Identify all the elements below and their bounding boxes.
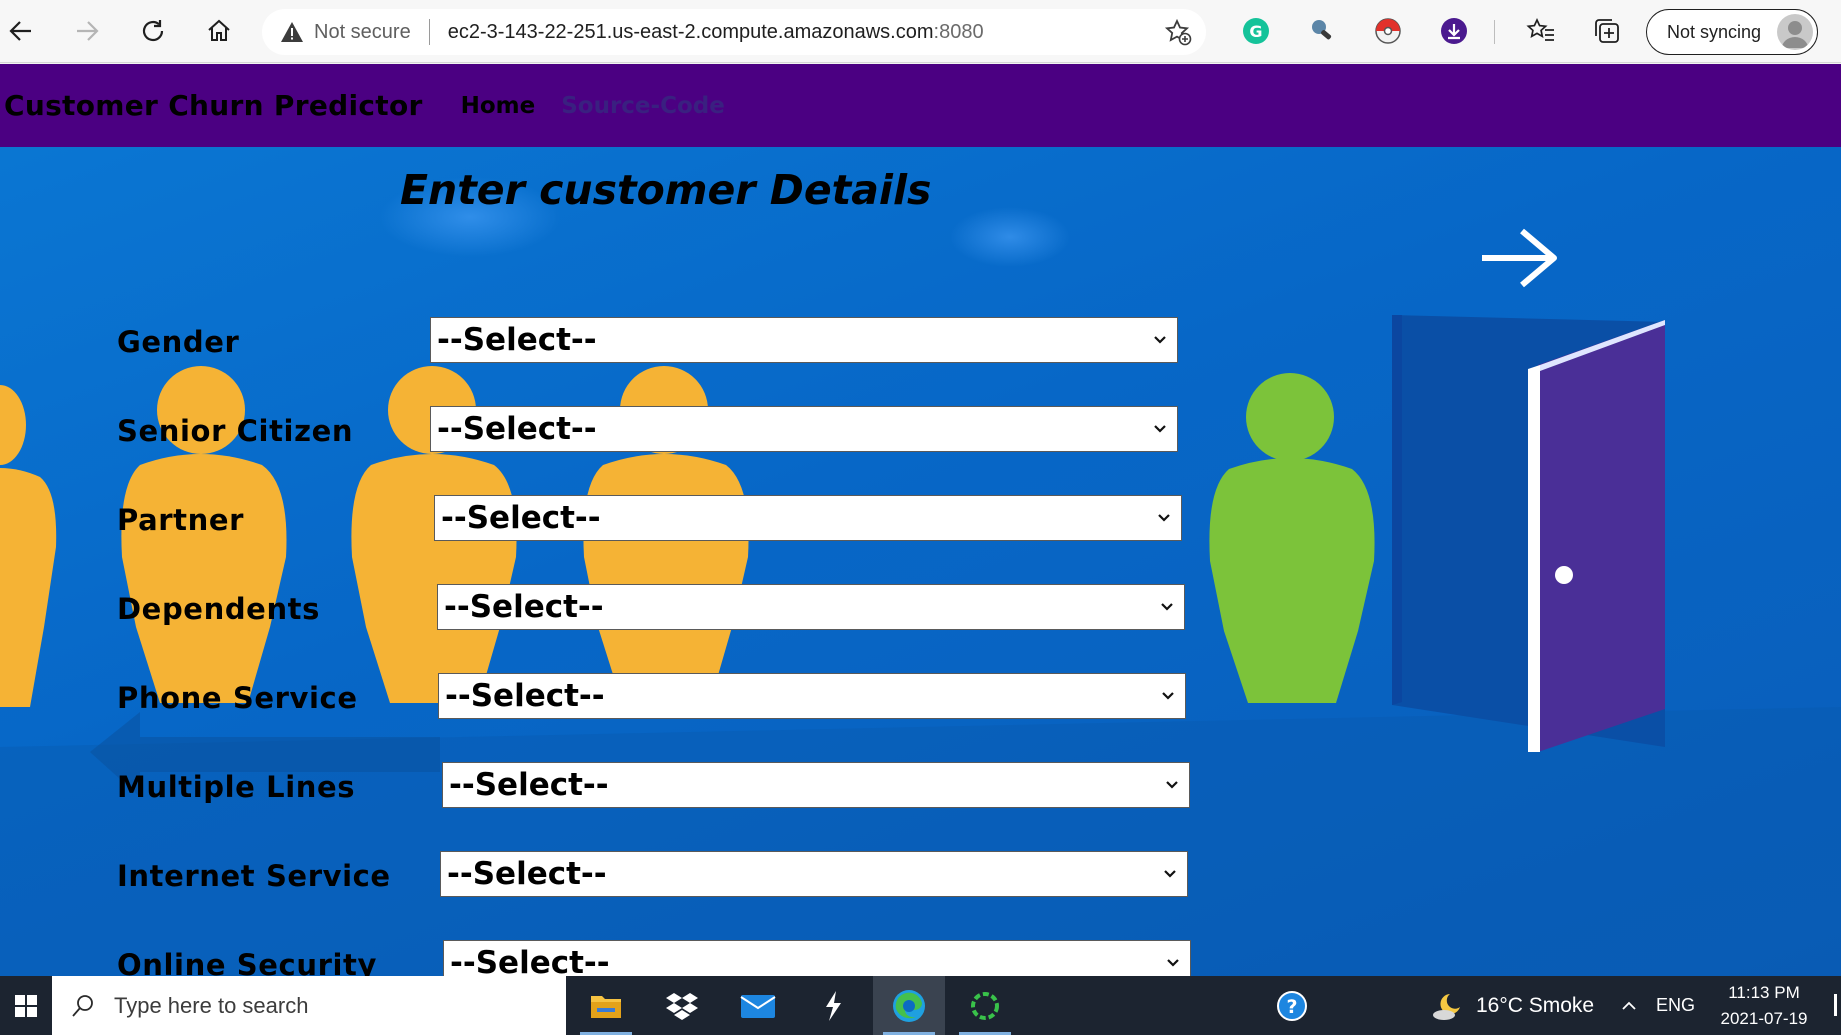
dependents-label: Dependents: [117, 592, 321, 626]
gender-select[interactable]: --Select--: [430, 317, 1178, 363]
address-bar[interactable]: Not secure ec2-3-143-22-251.us-east-2.co…: [262, 9, 1206, 55]
taskbar-clock[interactable]: 11:13 PM 2021-07-19: [1704, 980, 1824, 1032]
forward-icon[interactable]: [68, 12, 106, 50]
partner-label: Partner: [117, 503, 245, 537]
chevron-down-icon: [1159, 686, 1177, 708]
add-favorite-icon[interactable]: [1164, 18, 1192, 50]
online-security-select[interactable]: --Select--: [443, 940, 1191, 976]
gender-label: Gender: [117, 325, 240, 359]
show-desktop-button[interactable]: [1834, 994, 1837, 1016]
gender-select-value: --Select--: [437, 322, 597, 358]
mail-icon[interactable]: [722, 976, 794, 1035]
clock-date: 2021-07-19: [1720, 1009, 1808, 1028]
home-icon[interactable]: [200, 12, 238, 50]
system-tray: ENG: [1620, 976, 1695, 1035]
download-icon[interactable]: [1439, 16, 1469, 46]
security-status[interactable]: Not secure: [314, 21, 411, 44]
edge-icon[interactable]: [873, 976, 945, 1035]
senior-citizen-select-value: --Select--: [437, 411, 597, 447]
nav-home-link[interactable]: Home: [461, 93, 536, 119]
url-host: ec2-3-143-22-251.us-east-2.compute.amazo…: [447, 20, 934, 43]
svg-text:G: G: [1249, 22, 1262, 41]
internet-service-select[interactable]: --Select--: [440, 851, 1188, 897]
url-text[interactable]: ec2-3-143-22-251.us-east-2.compute.amazo…: [448, 21, 984, 44]
loading-app-icon[interactable]: [949, 976, 1021, 1035]
profile-sync-button[interactable]: Not syncing: [1646, 9, 1818, 55]
avatar: [1777, 14, 1813, 50]
chevron-up-icon[interactable]: [1620, 997, 1638, 1015]
internet-service-label: Internet Service: [117, 859, 391, 893]
form-heading: Enter customer Details: [400, 166, 932, 214]
collections-icon[interactable]: [1592, 16, 1622, 46]
multiple-lines-select[interactable]: --Select--: [442, 762, 1190, 808]
windows-icon[interactable]: [0, 976, 52, 1035]
grammarly-icon[interactable]: G: [1241, 16, 1271, 46]
multiple-lines-label: Multiple Lines: [117, 770, 356, 804]
dependents-select[interactable]: --Select--: [437, 584, 1185, 630]
chevron-down-icon: [1151, 419, 1169, 441]
search-icon: [70, 993, 96, 1019]
chevron-down-icon: [1164, 953, 1182, 975]
online-security-select-value: --Select--: [450, 945, 610, 976]
nav-source-code-link[interactable]: Source-Code: [561, 93, 725, 119]
phone-service-select-value: --Select--: [445, 678, 605, 714]
taskbar-search-box[interactable]: Type here to search: [52, 976, 566, 1035]
chevron-down-icon: [1155, 508, 1173, 530]
clock-time: 11:13 PM: [1728, 983, 1800, 1002]
dropbox-icon[interactable]: [646, 976, 718, 1035]
language-indicator[interactable]: ENG: [1656, 995, 1695, 1016]
dependents-select-value: --Select--: [444, 589, 604, 625]
svg-text:?: ?: [1286, 996, 1297, 1018]
sync-label: Not syncing: [1667, 21, 1762, 42]
weather-text: 16°C Smoke: [1476, 993, 1595, 1017]
weather-widget[interactable]: 16°C Smoke: [1432, 976, 1594, 1035]
online-security-label: Online Security: [117, 948, 377, 976]
favorites-icon[interactable]: [1526, 16, 1556, 46]
partner-select-value: --Select--: [441, 500, 601, 536]
chevron-down-icon: [1151, 330, 1169, 352]
chevron-down-icon: [1161, 864, 1179, 886]
pokeball-icon[interactable]: [1373, 16, 1403, 46]
search-placeholder: Type here to search: [114, 992, 309, 1018]
site-brand[interactable]: Customer Churn Predictor: [4, 89, 423, 122]
warning-icon[interactable]: [280, 21, 304, 43]
url-port: :8080: [933, 20, 984, 43]
chevron-down-icon: [1163, 775, 1181, 797]
site-navbar: Customer Churn Predictor Home Source-Cod…: [0, 64, 1841, 147]
moon-cloud-icon: [1432, 991, 1466, 1021]
extension-icon[interactable]: [1307, 16, 1337, 46]
address-divider: [428, 19, 430, 45]
phone-service-label: Phone Service: [117, 681, 358, 715]
web-page: Customer Churn Predictor Home Source-Cod…: [0, 64, 1841, 976]
multiple-lines-select-value: --Select--: [449, 767, 609, 803]
app-lightning-icon[interactable]: [797, 976, 869, 1035]
refresh-icon[interactable]: [134, 12, 172, 50]
phone-service-select[interactable]: --Select--: [438, 673, 1186, 719]
toolbar-divider: [1494, 20, 1495, 44]
back-icon[interactable]: [2, 12, 40, 50]
file-explorer-icon[interactable]: [570, 976, 642, 1035]
browser-toolbar: Not secure ec2-3-143-22-251.us-east-2.co…: [0, 0, 1841, 63]
internet-service-select-value: --Select--: [447, 856, 607, 892]
senior-citizen-select[interactable]: --Select--: [430, 406, 1178, 452]
senior-citizen-label: Senior Citizen: [117, 414, 354, 448]
help-icon[interactable]: ?: [1256, 976, 1328, 1035]
windows-taskbar: Type here to search ? 16°C Smoke ENG 11:…: [0, 976, 1841, 1035]
partner-select[interactable]: --Select--: [434, 495, 1182, 541]
chevron-down-icon: [1158, 597, 1176, 619]
